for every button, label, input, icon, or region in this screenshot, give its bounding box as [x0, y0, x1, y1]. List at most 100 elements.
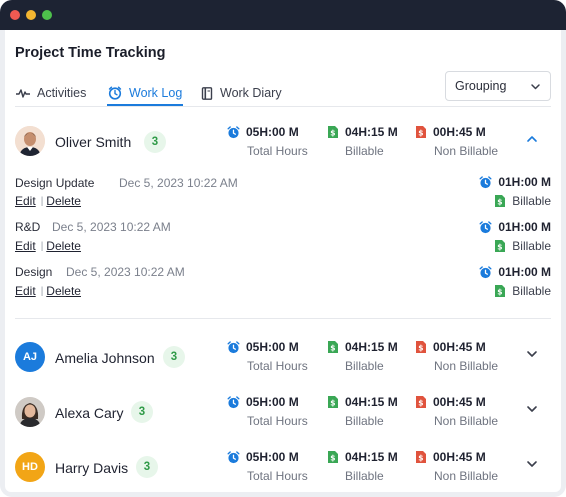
billable-dollar-icon: $: [494, 194, 506, 208]
billable-dollar-icon: $: [327, 395, 339, 409]
close-window-button[interactable]: [10, 10, 20, 20]
non-billable-value: 00H:45 M: [433, 450, 486, 464]
total-hours-metric: 05H:00 M Total Hours: [227, 395, 308, 428]
chevron-down-icon: [526, 347, 538, 365]
non-billable-label: Non Billable: [434, 359, 499, 373]
clock-icon: [479, 175, 492, 189]
non-billable-value: 00H:45 M: [433, 125, 486, 139]
expand-button[interactable]: [523, 457, 541, 475]
total-hours-value: 05H:00 M: [246, 340, 299, 354]
total-hours-label: Total Hours: [247, 414, 308, 428]
app-window: Project Time Tracking Activities Work Lo…: [0, 0, 566, 497]
non-billable-metric: $00H:45 M Non Billable: [415, 450, 498, 483]
billable-metric: $04H:15 M Billable: [327, 340, 398, 373]
clock-icon: [479, 220, 492, 234]
clock-icon: [227, 125, 240, 139]
tab-work-diary-label: Work Diary: [220, 86, 282, 100]
non-billable-metric: $00H:45 M Non Billable: [415, 340, 498, 373]
clock-icon: [479, 265, 492, 279]
entry-name: Design: [15, 265, 53, 279]
billable-dollar-icon: $: [494, 239, 506, 253]
svg-text:$: $: [497, 198, 502, 207]
user-name: Amelia Johnson: [55, 350, 155, 366]
collapse-button[interactable]: [523, 132, 541, 150]
entry-duration-value: 01H:00 M: [498, 265, 551, 279]
non-billable-dollar-icon: $: [415, 125, 427, 139]
svg-text:$: $: [418, 129, 423, 138]
billable-dollar-icon: $: [494, 284, 506, 298]
expand-button[interactable]: [523, 402, 541, 420]
billable-value: 04H:15 M: [345, 450, 398, 464]
billable-dollar-icon: $: [327, 450, 339, 464]
svg-text:$: $: [418, 399, 423, 408]
edit-link[interactable]: Edit: [15, 239, 36, 253]
total-hours-label: Total Hours: [247, 144, 308, 158]
billable-metric: $04H:15 M Billable: [327, 395, 398, 428]
non-billable-label: Non Billable: [434, 144, 499, 158]
entry-billing-label: Billable: [512, 239, 551, 253]
minimize-window-button[interactable]: [26, 10, 36, 20]
billable-label: Billable: [345, 469, 384, 483]
avatar: [15, 397, 45, 427]
chevron-down-icon: [526, 402, 538, 420]
page-title: Project Time Tracking: [15, 45, 166, 61]
tab-activities-label: Activities: [37, 86, 87, 100]
billable-metric: $04H:15 M Billable: [327, 450, 398, 483]
clock-icon: [227, 395, 240, 409]
notebook-icon: [201, 86, 213, 100]
total-hours-label: Total Hours: [247, 469, 308, 483]
entry-billing-label: Billable: [512, 284, 551, 298]
user-row-alexa-cary[interactable]: Alexa Cary 3 05H:00 M Total Hours $04H:1…: [5, 392, 561, 432]
tab-work-log-label: Work Log: [129, 86, 183, 100]
grouping-dropdown[interactable]: Grouping: [445, 71, 551, 101]
svg-text:$: $: [497, 243, 502, 252]
total-hours-value: 05H:00 M: [246, 125, 299, 139]
billable-dollar-icon: $: [327, 125, 339, 139]
entry-duration: 01H:00 M: [479, 220, 551, 234]
expand-button[interactable]: [523, 347, 541, 365]
svg-text:$: $: [330, 399, 335, 408]
maximize-window-button[interactable]: [42, 10, 52, 20]
clock-icon: [227, 340, 240, 354]
activity-pulse-icon: [16, 88, 30, 98]
total-hours-metric: 05H:00 M Total Hours: [227, 450, 308, 483]
tab-work-log[interactable]: Work Log: [108, 82, 182, 104]
entry-actions: Edit | Delete: [15, 284, 81, 298]
user-row-oliver-smith: Oliver Smith 3 05H:00 M Total Hours $04H…: [5, 122, 561, 162]
entry-name: Design Update: [15, 176, 95, 190]
billable-label: Billable: [345, 414, 384, 428]
user-row-harry-davis[interactable]: HD Harry Davis 3 05H:00 M Total Hours $0…: [5, 447, 561, 487]
entry-count-badge: 3: [131, 401, 153, 423]
time-tracking-panel: Project Time Tracking Activities Work Lo…: [5, 30, 561, 492]
user-row-amelia-johnson[interactable]: AJ Amelia Johnson 3 05H:00 M Total Hours…: [5, 337, 561, 377]
entry-duration: 01H:00 M: [479, 265, 551, 279]
avatar: [15, 126, 45, 156]
window-titlebar: [0, 0, 566, 30]
user-name: Alexa Cary: [55, 405, 124, 421]
avatar: AJ: [15, 342, 45, 372]
entry-name: R&D: [15, 220, 41, 234]
section-divider: [15, 318, 551, 319]
svg-text:$: $: [330, 129, 335, 138]
entry-date: Dec 5, 2023 10:22 AM: [66, 265, 185, 279]
billable-metric: $04H:15 M Billable: [327, 125, 398, 158]
edit-link[interactable]: Edit: [15, 194, 36, 208]
tab-activities[interactable]: Activities: [16, 82, 86, 104]
chevron-down-icon: [530, 81, 541, 95]
edit-link[interactable]: Edit: [15, 284, 36, 298]
delete-link[interactable]: Delete: [46, 239, 81, 253]
avatar: HD: [15, 452, 45, 482]
total-hours-metric: 05H:00 M Total Hours: [227, 125, 308, 158]
tabs-divider: [15, 106, 551, 107]
delete-link[interactable]: Delete: [46, 194, 81, 208]
tab-work-diary[interactable]: Work Diary: [201, 82, 282, 104]
entry-duration: 01H:00 M: [479, 175, 551, 189]
billable-dollar-icon: $: [327, 340, 339, 354]
entry-duration-value: 01H:00 M: [498, 220, 551, 234]
non-billable-dollar-icon: $: [415, 395, 427, 409]
clock-icon: [108, 86, 122, 100]
entry-date: Dec 5, 2023 10:22 AM: [119, 176, 238, 190]
entry-billing-label: Billable: [512, 194, 551, 208]
delete-link[interactable]: Delete: [46, 284, 81, 298]
svg-text:$: $: [418, 344, 423, 353]
